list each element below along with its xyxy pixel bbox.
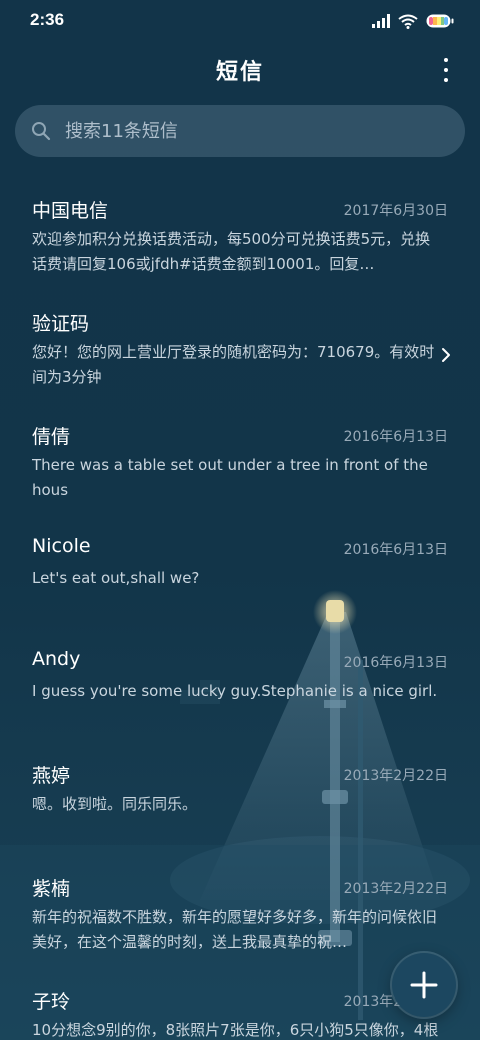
message-item[interactable]: 倩倩 2016年6月13日 There was a table set out … bbox=[0, 404, 480, 517]
message-date: 2016年6月13日 bbox=[343, 655, 448, 671]
message-item[interactable]: Andy 2016年6月13日 I guess you're some luck… bbox=[0, 630, 480, 743]
message-date: 2017年6月30日 bbox=[343, 203, 448, 219]
compose-button[interactable] bbox=[392, 953, 456, 1017]
message-item[interactable]: 验证码 您好！您的网上营业厅登录的随机密码为：710679。有效时间为3分钟 bbox=[0, 291, 480, 404]
message-header: 紫楠 2013年2月22日 bbox=[32, 874, 448, 902]
message-preview: There was a table set out under a tree i… bbox=[32, 456, 428, 499]
message-preview: Let's eat out,shall we? bbox=[32, 569, 200, 587]
message-date: 2016年6月13日 bbox=[343, 542, 448, 558]
message-preview: 新年的祝福数不胜数，新年的愿望好多好多，新年的问候依旧美好，在这个温馨的时刻，送… bbox=[32, 908, 438, 951]
message-list: 中国电信 2017年6月30日 欢迎参加积分兑换话费活动，每500分可兑换话费5… bbox=[0, 178, 480, 1040]
message-header: 燕婷 2013年2月22日 bbox=[32, 761, 448, 789]
message-date: 2016年6月13日 bbox=[343, 429, 448, 445]
message-header: 子玲 2013年2月22日 bbox=[32, 987, 448, 1015]
more-options-button[interactable] bbox=[436, 56, 456, 84]
message-sender: 子玲 bbox=[32, 991, 71, 1013]
message-item[interactable]: Nicole 2016年6月13日 Let's eat out,shall we… bbox=[0, 517, 480, 630]
search-input[interactable] bbox=[65, 105, 445, 157]
message-sender: 倩倩 bbox=[32, 426, 71, 448]
message-header: 倩倩 2016年6月13日 bbox=[32, 422, 448, 450]
search-bar[interactable] bbox=[15, 105, 465, 157]
more-vertical-icon-dot bbox=[444, 68, 448, 72]
plus-icon bbox=[410, 971, 438, 999]
battery-icon bbox=[426, 14, 454, 28]
message-date: 2013年2月22日 bbox=[343, 881, 448, 897]
message-preview: 10分想念9别的你，8张照片7张是你，6只小狗5只像你，4根骨头3根归你，2爪着… bbox=[32, 1021, 439, 1039]
status-icons bbox=[372, 12, 454, 30]
title-bar: 短信 bbox=[0, 48, 480, 92]
message-preview: 欢迎参加积分兑换话费活动，每500分可兑换话费5元，兑换话费请回复106或jfd… bbox=[32, 230, 431, 273]
message-item[interactable]: 紫楠 2013年2月22日 新年的祝福数不胜数，新年的愿望好多好多，新年的问候依… bbox=[0, 856, 480, 969]
message-sender: Andy bbox=[32, 648, 81, 670]
message-header: Nicole 2016年6月13日 bbox=[32, 535, 448, 563]
wifi-icon bbox=[398, 14, 418, 29]
message-preview: 您好！您的网上营业厅登录的随机密码为：710679。有效时间为3分钟 bbox=[32, 343, 435, 386]
message-sender: Nicole bbox=[32, 535, 91, 557]
messages-screen: 2:36 短信 搜索11条短信 中国电信 2017年6月30日 欢迎参加积分兑换… bbox=[0, 0, 480, 1040]
message-preview: 嗯。收到啦。同乐同乐。 bbox=[32, 795, 198, 813]
more-vertical-icon bbox=[444, 58, 448, 62]
more-vertical-icon-dot bbox=[444, 78, 448, 82]
message-header: Andy 2016年6月13日 bbox=[32, 648, 448, 676]
page-title: 短信 bbox=[215, 60, 264, 85]
message-header: 验证码 bbox=[32, 309, 448, 337]
search-icon bbox=[32, 122, 51, 141]
message-sender: 紫楠 bbox=[32, 878, 71, 900]
message-sender: 验证码 bbox=[32, 313, 90, 335]
status-bar: 2:36 bbox=[0, 0, 480, 42]
signal-icon bbox=[372, 14, 390, 28]
message-header: 中国电信 2017年6月30日 bbox=[32, 196, 448, 224]
message-date: 2013年2月22日 bbox=[343, 768, 448, 784]
message-preview: I guess you're some lucky guy.Stephanie … bbox=[32, 682, 438, 700]
message-item[interactable]: 中国电信 2017年6月30日 欢迎参加积分兑换话费活动，每500分可兑换话费5… bbox=[0, 178, 480, 291]
message-sender: 中国电信 bbox=[32, 200, 109, 222]
message-sender: 燕婷 bbox=[32, 765, 71, 787]
message-item[interactable]: 燕婷 2013年2月22日 嗯。收到啦。同乐同乐。 bbox=[0, 743, 480, 856]
status-time: 2:36 bbox=[30, 10, 65, 29]
chevron-right-icon[interactable] bbox=[440, 347, 452, 363]
